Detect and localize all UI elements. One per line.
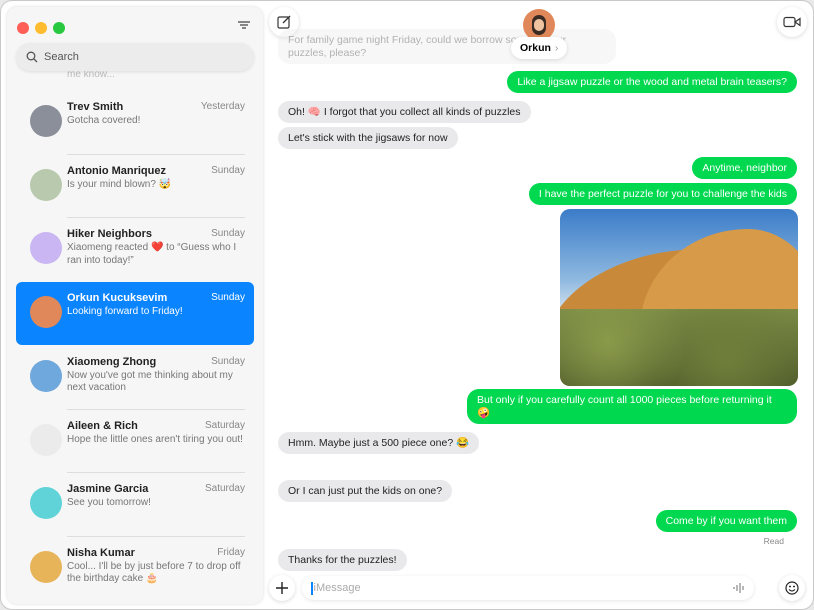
msg-5: I have the perfect puzzle for you to cha…: [529, 183, 797, 205]
contact-name: Nisha Kumar: [67, 547, 135, 559]
video-camera-icon: [783, 16, 801, 28]
message-preview: Gotcha covered!: [67, 115, 245, 128]
divider: [67, 217, 245, 218]
conversation-row[interactable]: Nisha Kumar Friday Cool... I'll be by ju…: [16, 537, 254, 600]
avatar: [30, 551, 62, 583]
message-preview: Hope the little ones aren't tiring you o…: [67, 434, 245, 447]
message-preview: Cool... I'll be by just before 7 to drop…: [67, 561, 245, 586]
divider: [67, 409, 245, 410]
avatar: [30, 360, 62, 392]
puzzle-photo[interactable]: [560, 209, 798, 386]
timestamp: Sunday: [211, 228, 245, 239]
avatar: [30, 487, 62, 519]
conversation-row[interactable]: Trev Smith Yesterday Gotcha covered!: [16, 91, 254, 154]
msg-1: Like a jigsaw puzzle or the wood and met…: [507, 71, 797, 93]
timestamp: Saturday: [205, 483, 245, 494]
add-attachment-button[interactable]: [269, 575, 295, 601]
timestamp: Sunday: [211, 356, 245, 367]
messages-window: Search me know... Trev Smith Yesterday G…: [0, 0, 814, 610]
message-preview: Is your mind blown? 🤯: [67, 179, 245, 192]
conversation-row[interactable]: Hiker Neighbors Sunday Xiaomeng reacted …: [16, 218, 254, 281]
conversation-row[interactable]: Antonio Manriquez Sunday Is your mind bl…: [16, 155, 254, 218]
divider: [67, 154, 245, 155]
sidebar: Search me know... Trev Smith Yesterday G…: [7, 7, 263, 604]
conversation-row[interactable]: Orkun Kucuksevim Sunday Looking forward …: [16, 282, 254, 345]
avatar: [30, 232, 62, 264]
contact-name: Trev Smith: [67, 101, 123, 113]
contact-name-button[interactable]: Orkun ›: [511, 37, 567, 59]
filter-icon[interactable]: [237, 18, 251, 30]
message-preview: Now you've got me thinking about my next…: [67, 370, 245, 395]
zoom-button[interactable]: [53, 22, 65, 34]
conversation-row[interactable]: Aileen & Rich Saturday Hope the little o…: [16, 410, 254, 473]
minimize-button[interactable]: [35, 22, 47, 34]
divider: [67, 536, 245, 537]
message-preview: Xiaomeng reacted ❤️ to “Guess who I ran …: [67, 242, 245, 267]
read-receipt: Read: [764, 536, 784, 546]
msg-8: Or I can just put the kids on one?: [278, 480, 452, 502]
contact-name: Hiker Neighbors: [67, 228, 152, 240]
timestamp: Sunday: [211, 292, 245, 303]
msg-2: Oh! 🧠 I forgot that you collect all kind…: [278, 101, 531, 123]
msg-6: But only if you carefully count all 1000…: [467, 389, 797, 424]
avatar: [30, 105, 62, 137]
avatar: [30, 296, 62, 328]
contact-name: Jasmine Garcia: [67, 483, 148, 495]
divider: [67, 472, 245, 473]
timestamp: Saturday: [205, 420, 245, 431]
conversation-row[interactable]: Jasmine Garcia Saturday See you tomorrow…: [16, 473, 254, 536]
contact-name: Aileen & Rich: [67, 420, 138, 432]
smiley-icon: [785, 581, 799, 595]
message-preview: Looking forward to Friday!: [67, 306, 245, 319]
contact-name: Xiaomeng Zhong: [67, 356, 156, 368]
msg-7: Hmm. Maybe just a 500 piece one? 😂: [278, 432, 479, 454]
message-input[interactable]: iMessage: [302, 576, 754, 600]
close-button[interactable]: [17, 22, 29, 34]
timestamp: Sunday: [211, 165, 245, 176]
search-input[interactable]: Search: [16, 43, 254, 71]
timestamp: Friday: [217, 547, 245, 558]
contact-name: Orkun: [520, 42, 551, 54]
msg-10: Thanks for the puzzles!: [278, 549, 407, 571]
message-placeholder: iMessage: [314, 582, 361, 594]
message-preview: See you tomorrow!: [67, 497, 245, 510]
search-icon: [26, 51, 38, 63]
compose-icon: [277, 15, 291, 29]
msg-3: Let's stick with the jigsaws for now: [278, 127, 458, 149]
text-cursor: [311, 582, 313, 595]
search-placeholder: Search: [44, 51, 79, 63]
avatar: [30, 424, 62, 456]
contact-name: Orkun Kucuksevim: [67, 292, 167, 304]
conversation-row[interactable]: Xiaomeng Zhong Sunday Now you've got me …: [16, 346, 254, 409]
chevron-right-icon: ›: [555, 42, 559, 54]
plus-icon: [276, 582, 288, 594]
facetime-button[interactable]: [777, 7, 807, 37]
msg-4: Anytime, neighbor: [692, 157, 797, 179]
avatar: [30, 169, 62, 201]
timestamp: Yesterday: [201, 101, 245, 112]
msg-9: Come by if you want them: [656, 510, 797, 532]
emoji-button[interactable]: [779, 575, 805, 601]
contact-name: Antonio Manriquez: [67, 165, 166, 177]
audio-waveform-icon[interactable]: [732, 582, 746, 594]
